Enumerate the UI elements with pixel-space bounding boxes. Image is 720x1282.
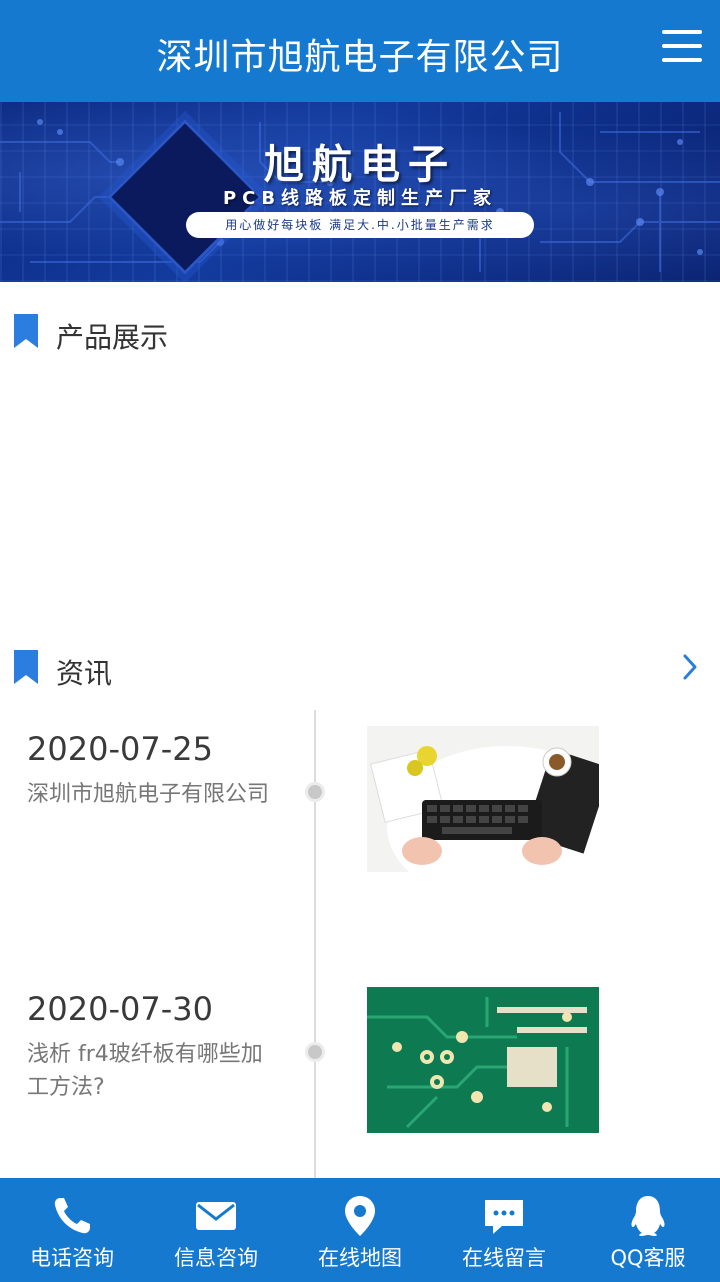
nav-guestbook-label: 在线留言 [462, 1246, 546, 1270]
top-header: 深圳市旭航电子有限公司 [0, 0, 720, 102]
site-title: 深圳市旭航电子有限公司 [156, 37, 564, 78]
hamburger-menu-icon[interactable] [662, 30, 702, 64]
bookmark-icon [14, 314, 38, 348]
nav-qq[interactable]: QQ客服 [576, 1178, 720, 1282]
map-pin-icon [345, 1196, 375, 1236]
news-thumbnail-keyboard[interactable] [367, 726, 599, 872]
chevron-right-icon[interactable] [680, 650, 700, 684]
chat-bubble-icon [485, 1200, 523, 1234]
news-headline[interactable]: 深圳市旭航电子有限公司 [27, 778, 279, 811]
banner-subtitle: PCB线路板定制生产厂家 [222, 188, 498, 209]
news-section-header: 资讯 [0, 642, 720, 692]
nav-message[interactable]: 信息咨询 [144, 1178, 288, 1282]
products-title: 产品展示 [56, 321, 169, 354]
bottom-nav: 电话咨询 信息咨询 在线地图 在线留言 QQ客服 [0, 1178, 720, 1282]
timeline-dot [305, 782, 325, 802]
nav-phone[interactable]: 电话咨询 [0, 1178, 144, 1282]
news-date: 2020-07-30 [27, 990, 213, 1028]
nav-map-label: 在线地图 [318, 1246, 402, 1270]
news-title: 资讯 [56, 657, 113, 690]
news-thumbnail-pcb[interactable] [367, 987, 599, 1133]
nav-guestbook[interactable]: 在线留言 [432, 1178, 576, 1282]
news-date: 2020-07-25 [27, 730, 213, 768]
bookmark-icon [14, 650, 38, 684]
news-item[interactable]: 2020-07-25 深圳市旭航电子有限公司 [0, 730, 720, 880]
banner-tagline: 用心做好每块板 满足大.中.小批量生产需求 [186, 212, 534, 238]
qq-penguin-icon [631, 1196, 665, 1236]
nav-map[interactable]: 在线地图 [288, 1178, 432, 1282]
news-item[interactable]: 2020-07-30 浅析 fr4玻纤板有哪些加工方法? [0, 990, 720, 1140]
nav-qq-label: QQ客服 [610, 1246, 686, 1270]
envelope-icon [196, 1202, 236, 1230]
products-section-header: 产品展示 [0, 306, 720, 356]
news-headline[interactable]: 浅析 fr4玻纤板有哪些加工方法? [27, 1038, 279, 1104]
phone-icon [54, 1198, 90, 1234]
hero-banner[interactable]: 旭航电子 PCB线路板定制生产厂家 用心做好每块板 满足大.中.小批量生产需求 [0, 102, 720, 282]
banner-title: 旭航电子 [264, 142, 456, 188]
nav-message-label: 信息咨询 [174, 1246, 258, 1270]
timeline-dot [305, 1042, 325, 1062]
nav-phone-label: 电话咨询 [30, 1246, 114, 1270]
